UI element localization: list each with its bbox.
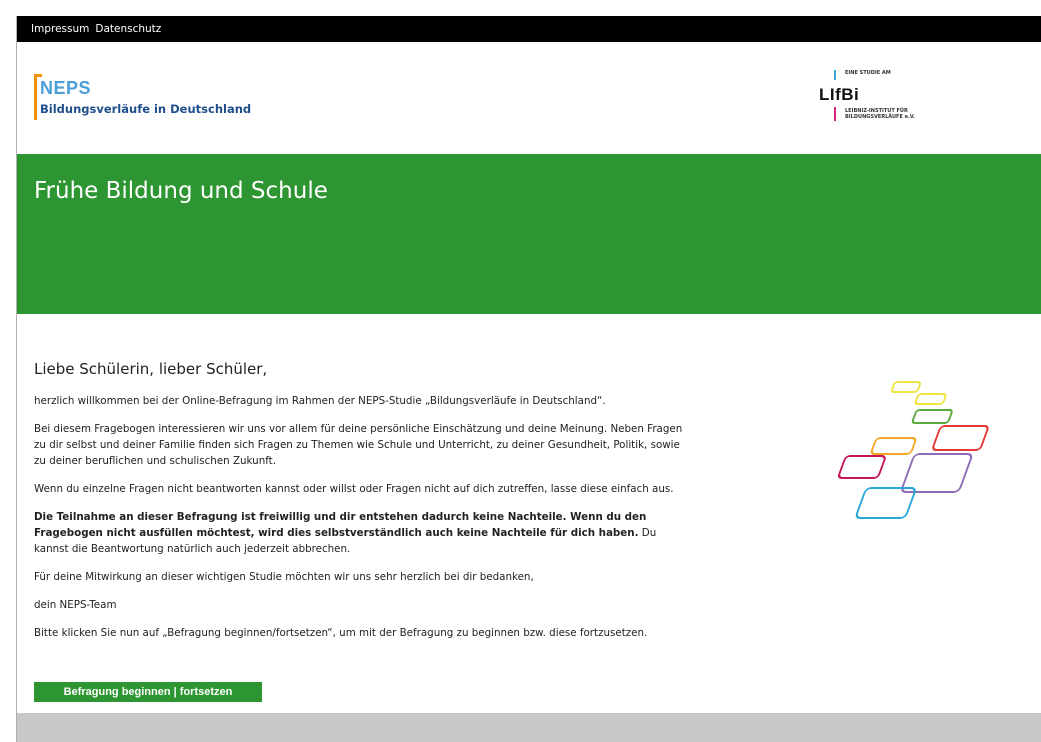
colored-tiles-graphic — [838, 381, 989, 519]
interest-paragraph: Bei diesem Fragebogen interessieren wir … — [34, 423, 683, 467]
thanks-paragraph: Für deine Mitwirkung an dieser wichtigen… — [34, 571, 534, 583]
neps-logo-bar — [34, 74, 37, 120]
start-survey-button[interactable]: Befragung beginnen | fortsetzen — [34, 682, 262, 702]
neps-logo-bar-top — [34, 74, 42, 77]
tile-orange — [870, 437, 917, 455]
voluntary-paragraph: Die Teilnahme an dieser Befragung ist fr… — [34, 509, 694, 557]
hero-banner: Frühe Bildung und Schule — [17, 154, 1041, 314]
neps-logo-subtitle: Bildungsverläufe in Deutschland — [40, 102, 252, 116]
tile-red — [932, 425, 989, 451]
lifbi-logo-fullname: LEIBNIZ-INSTITUT FÜR BILDUNGSVERLÄUFE e.… — [845, 108, 915, 120]
lifbi-logo-tagline: EINE STUDIE AM — [845, 70, 891, 76]
skip-paragraph: Wenn du einzelne Fragen nicht beantworte… — [34, 483, 674, 495]
lifbi-logo: EINE STUDIE AM LIfBi LEIBNIZ-INSTITUT FÜ… — [817, 68, 947, 148]
page-frame: Impressum Datenschutz NEPS Bildungsverlä… — [16, 16, 1041, 742]
tile-yellow-2 — [914, 393, 947, 405]
greeting-heading: Liebe Schülerin, lieber Schüler, — [34, 360, 268, 378]
tile-green — [911, 409, 953, 424]
instruction-paragraph: Bitte klicken Sie nun auf „Befragung beg… — [34, 627, 648, 639]
footer-bar — [17, 713, 1041, 742]
tile-yellow-1 — [891, 381, 921, 393]
neps-logo-word: NEPS — [40, 78, 92, 98]
voluntary-bold-text: Die Teilnahme an dieser Befragung ist fr… — [34, 511, 647, 539]
impressum-link[interactable]: Impressum — [31, 23, 89, 35]
welcome-paragraph: herzlich willkommen bei der Online-Befra… — [34, 395, 606, 407]
top-nav-bar: Impressum Datenschutz — [17, 16, 1041, 42]
hero-title: Frühe Bildung und Schule — [34, 178, 328, 204]
lifbi-logo-bar-blue — [834, 70, 836, 80]
intro-content: Liebe Schülerin, lieber Schüler, herzlic… — [34, 359, 694, 653]
tile-magenta — [838, 455, 886, 479]
datenschutz-link[interactable]: Datenschutz — [95, 23, 161, 35]
lifbi-logo-line2: BILDUNGSVERLÄUFE e.V. — [845, 114, 916, 120]
lifbi-logo-bar-pink — [834, 107, 836, 121]
signature-paragraph: dein NEPS-Team — [34, 599, 117, 611]
tile-purple — [901, 453, 973, 493]
lifbi-logo-word: LIfBi — [819, 85, 860, 104]
